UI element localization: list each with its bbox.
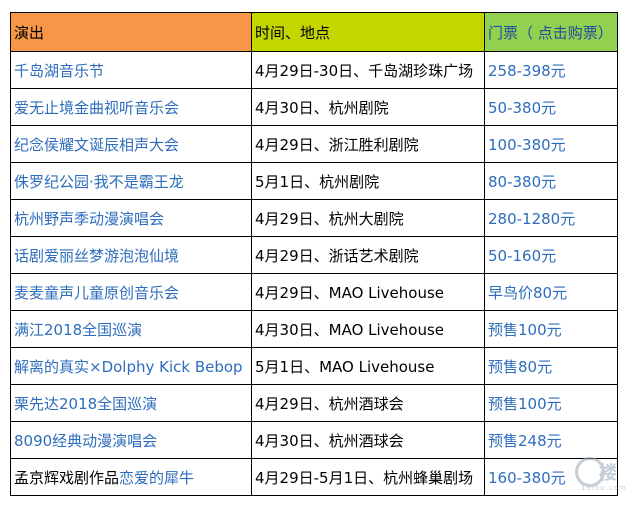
event-time-place: 4月30日、杭州剧院 — [251, 88, 485, 126]
table-row: 麦麦童声儿童原创音乐会 4月29日、MAO Livehouse 早鸟价80元 — [10, 273, 618, 311]
event-name-link[interactable]: 纪念侯耀文诞辰相声大会 — [10, 125, 252, 163]
table-row: 8090经典动漫演唱会 4月30日、杭州酒球会 预售248元 — [10, 421, 618, 459]
ticket-price-link[interactable]: 280-1280元 — [484, 199, 618, 237]
table-row: 纪念侯耀文诞辰相声大会 4月29日、浙江胜利剧院 100-380元 — [10, 125, 618, 163]
ticket-price-link[interactable]: 早鸟价80元 — [484, 273, 618, 311]
event-time-place: 4月29日-5月1日、杭州蜂巢剧场 — [251, 458, 485, 496]
event-time-place: 4月30日、杭州酒球会 — [251, 421, 485, 459]
table-row: 爱无止境金曲视听音乐会 4月30日、杭州剧院 50-380元 — [10, 88, 618, 126]
event-time-place: 5月1日、MAO Livehouse — [251, 347, 485, 385]
event-name-link[interactable]: 话剧爱丽丝梦游泡泡仙境 — [10, 236, 252, 274]
header-time-place: 时间、地点 — [251, 12, 485, 52]
ticket-price-link[interactable]: 预售248元 — [484, 421, 618, 459]
event-time-place: 4月29日-30日、千岛湖珍珠广场 — [251, 51, 485, 89]
event-name-link[interactable]: 麦麦童声儿童原创音乐会 — [10, 273, 252, 311]
table-row: 孟京辉戏剧作品恋爱的犀牛 4月29日-5月1日、杭州蜂巢剧场 160-380元 — [10, 458, 618, 496]
event-time-place: 4月29日、杭州大剧院 — [251, 199, 485, 237]
ticket-price-link[interactable]: 预售100元 — [484, 384, 618, 422]
watermark-domain: 19lou.com — [581, 484, 627, 492]
event-time-place: 4月29日、浙话艺术剧院 — [251, 236, 485, 274]
event-name-link[interactable]: 爱无止境金曲视听音乐会 — [10, 88, 252, 126]
table-row: 侏罗纪公园·我不是霸王龙 5月1日、杭州剧院 80-380元 — [10, 162, 618, 200]
event-name-cell: 孟京辉戏剧作品恋爱的犀牛 — [10, 458, 252, 496]
ticket-price-link[interactable]: 258-398元 — [484, 51, 618, 89]
event-time-place: 4月29日、浙江胜利剧院 — [251, 125, 485, 163]
header-row: 演出 时间、地点 门票（ 点击购票） — [10, 12, 618, 52]
event-name-link[interactable]: 侏罗纪公园·我不是霸王龙 — [10, 162, 252, 200]
site-watermark-logo: 楼 19lou.com — [575, 457, 626, 492]
event-name-link[interactable]: 8090经典动漫演唱会 — [10, 421, 252, 459]
event-name-link[interactable]: 满江2018全国巡演 — [10, 310, 252, 348]
event-name-link[interactable]: 恋爱的犀牛 — [119, 469, 194, 487]
event-name-link[interactable]: 杭州野声季动漫演唱会 — [10, 199, 252, 237]
table-row: 话剧爱丽丝梦游泡泡仙境 4月29日、浙话艺术剧院 50-160元 — [10, 236, 618, 274]
ticket-price-link[interactable]: 预售80元 — [484, 347, 618, 385]
ticket-price-link[interactable]: 80-380元 — [484, 162, 618, 200]
events-table: 演出 时间、地点 门票（ 点击购票） 千岛湖音乐节 4月29日-30日、千岛湖珍… — [10, 12, 618, 496]
event-name-link[interactable]: 栗先达2018全国巡演 — [10, 384, 252, 422]
header-event: 演出 — [10, 12, 252, 52]
table-row: 杭州野声季动漫演唱会 4月29日、杭州大剧院 280-1280元 — [10, 199, 618, 237]
event-time-place: 4月30日、MAO Livehouse — [251, 310, 485, 348]
event-time-place: 4月29日、MAO Livehouse — [251, 273, 485, 311]
ticket-price-link[interactable]: 预售100元 — [484, 310, 618, 348]
ticket-price-link[interactable]: 100-380元 — [484, 125, 618, 163]
ticket-price-link[interactable]: 50-160元 — [484, 236, 618, 274]
event-name-link[interactable]: 千岛湖音乐节 — [10, 51, 252, 89]
event-name-prefix: 孟京辉戏剧作品 — [14, 468, 120, 487]
table-row: 满江2018全国巡演 4月30日、MAO Livehouse 预售100元 — [10, 310, 618, 348]
ticket-price-link[interactable]: 50-380元 — [484, 88, 618, 126]
table-row: 千岛湖音乐节 4月29日-30日、千岛湖珍珠广场 258-398元 — [10, 51, 618, 89]
event-time-place: 4月29日、杭州酒球会 — [251, 384, 485, 422]
header-tickets: 门票（ 点击购票） — [484, 12, 618, 52]
event-time-place: 5月1日、杭州剧院 — [251, 162, 485, 200]
event-name-link[interactable]: 解离的真实×Dolphy Kick Bebop — [10, 347, 252, 385]
watermark-glyph: 楼 — [599, 463, 617, 484]
table-row: 栗先达2018全国巡演 4月29日、杭州酒球会 预售100元 — [10, 384, 618, 422]
table-row: 解离的真实×Dolphy Kick Bebop 5月1日、MAO Livehou… — [10, 347, 618, 385]
